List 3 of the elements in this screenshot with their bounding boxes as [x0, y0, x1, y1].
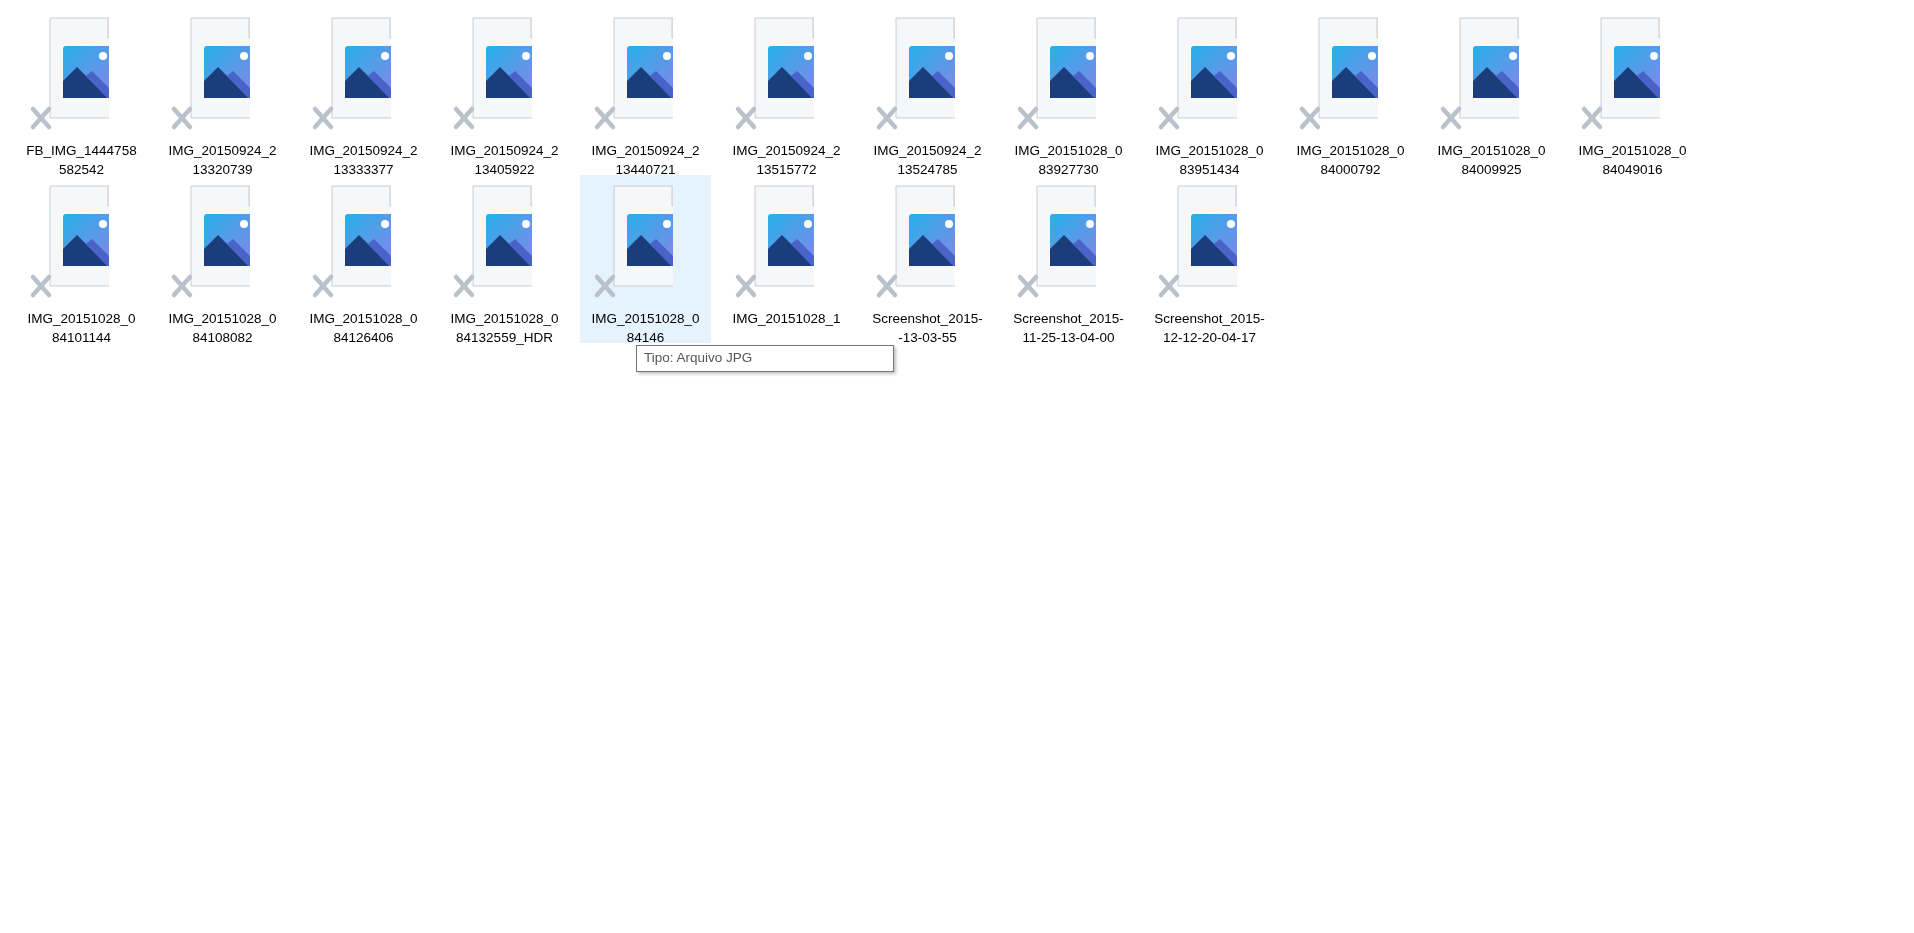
tooltip: Tipo: Arquivo JPG — [636, 345, 894, 372]
file-name: IMG_20151028_1 — [732, 310, 841, 328]
file-item[interactable]: IMG_20151028_0 84146 — [580, 175, 711, 343]
